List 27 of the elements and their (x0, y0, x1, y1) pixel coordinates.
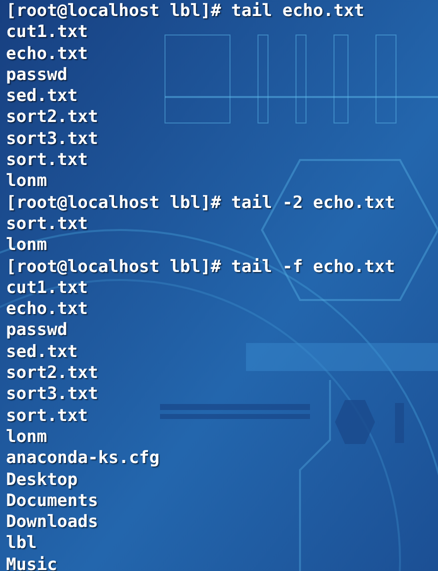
terminal-line: [root@localhost lbl]# tail echo.txt (6, 1, 364, 22)
terminal-line: sort3.txt (6, 128, 98, 150)
terminal-line: sed.txt (6, 86, 78, 108)
terminal-line: sort.txt (6, 214, 88, 236)
terminal-line: Documents (6, 490, 98, 512)
terminal-line: passwd (6, 64, 68, 86)
terminal-line: sort2.txt (6, 363, 98, 384)
terminal-line: lonm (6, 235, 47, 257)
terminal-line: anaconda-ks.cfg (6, 448, 160, 470)
terminal-line: echo.txt (6, 44, 88, 65)
terminal-line: sort2.txt (6, 107, 98, 129)
terminal-line: [root@localhost lbl]# tail -2 echo.txt (6, 192, 395, 214)
terminal-line: sort3.txt (6, 384, 98, 406)
terminal-line: sed.txt (6, 342, 78, 364)
terminal-line: lonm (6, 426, 47, 448)
terminal-line: cut1.txt (6, 278, 88, 300)
terminal-line: Desktop (6, 470, 78, 491)
terminal-line: cut1.txt (6, 22, 88, 44)
terminal-line: lonm (6, 171, 47, 193)
terminal-line: Music (6, 554, 58, 571)
terminal-line: sort.txt (6, 150, 88, 172)
terminal-line: passwd (6, 320, 68, 342)
terminal-line: sort.txt (6, 406, 88, 427)
terminal-line: lbl (6, 533, 37, 555)
terminal-line: echo.txt (6, 299, 88, 320)
terminal-line: [root@localhost lbl]# tail -f echo.txt (6, 256, 395, 278)
terminal-line: Downloads (6, 512, 98, 534)
